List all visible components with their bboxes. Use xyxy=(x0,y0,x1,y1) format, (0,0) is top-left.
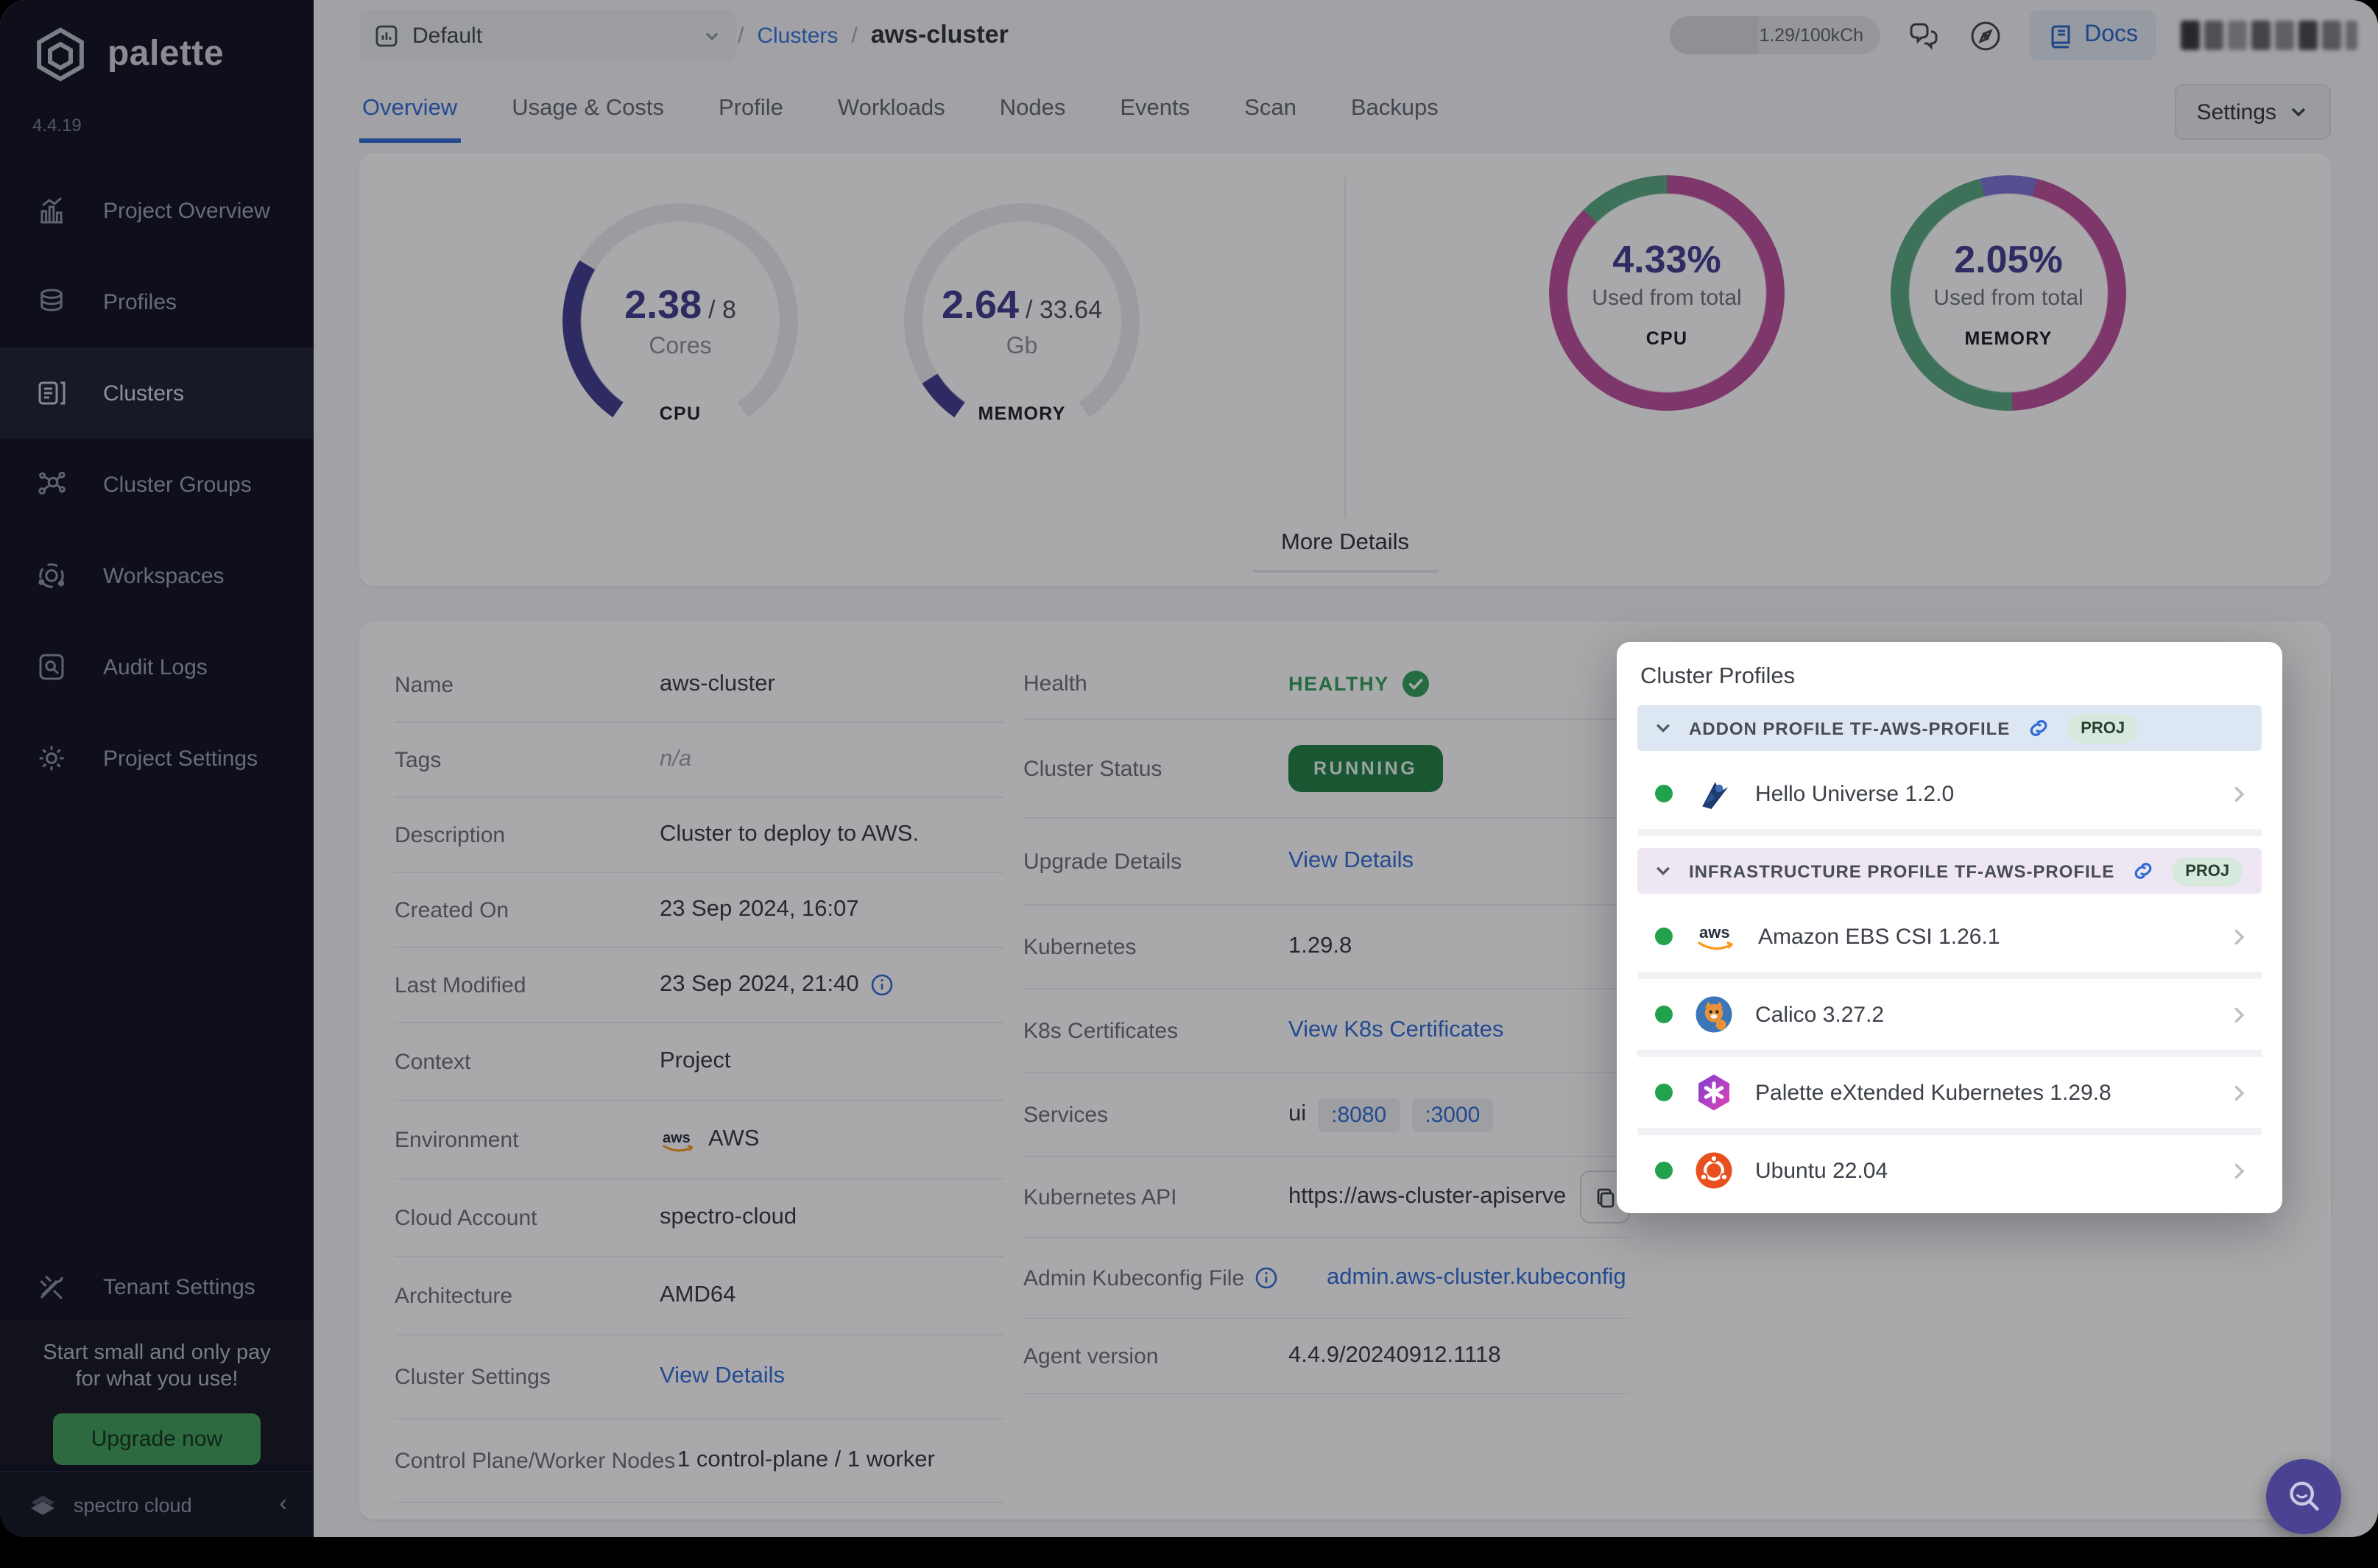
chevron-down-icon xyxy=(1654,718,1673,738)
hello-universe-logo-icon xyxy=(1693,773,1735,814)
pack-status-dot xyxy=(1655,1084,1673,1101)
screen: palette 4.4.19 Project Overview xyxy=(0,0,2378,1568)
profile-pack-palette-extended-kubernetes[interactable]: Palette eXtended Kubernetes 1.29.8 xyxy=(1637,1057,2262,1135)
pack-status-dot xyxy=(1655,1006,1673,1023)
pack-name: Ubuntu 22.04 xyxy=(1755,1158,2207,1183)
infrastructure-profile-header[interactable]: INFRASTRUCTURE PROFILE TF-AWS-PROFILE PR… xyxy=(1637,848,2262,894)
chevron-down-icon xyxy=(1654,861,1673,880)
project-scope-badge: PROJ xyxy=(2067,713,2138,743)
pack-status-dot xyxy=(1655,785,1673,802)
profile-pack-amazon-ebs-csi[interactable]: aws Amazon EBS CSI 1.26.1 xyxy=(1637,901,2262,979)
chevron-right-icon xyxy=(2228,1003,2250,1025)
pack-name: Amazon EBS CSI 1.26.1 xyxy=(1758,924,2207,949)
chevron-right-icon xyxy=(2228,1081,2250,1103)
chevron-right-icon xyxy=(2228,925,2250,947)
svg-text:aws: aws xyxy=(1699,923,1730,942)
pack-status-dot xyxy=(1655,1162,1673,1179)
addon-profile-header[interactable]: ADDON PROFILE TF-AWS-PROFILE PROJ xyxy=(1637,705,2262,751)
cluster-profiles-popup: Cluster Profiles ADDON PROFILE TF-AWS-PR… xyxy=(1617,642,2282,1213)
profile-pack-hello-universe[interactable]: Hello Universe 1.2.0 xyxy=(1637,758,2262,836)
link-icon xyxy=(2131,858,2156,883)
project-scope-badge: PROJ xyxy=(2172,856,2243,886)
pack-name: Hello Universe 1.2.0 xyxy=(1755,781,2207,806)
search-smile-icon xyxy=(2282,1475,2326,1519)
chevron-right-icon xyxy=(2228,1159,2250,1182)
app-window: palette 4.4.19 Project Overview xyxy=(0,0,2378,1537)
search-fab[interactable] xyxy=(2266,1459,2341,1534)
popup-title: Cluster Profiles xyxy=(1640,664,2262,691)
aws-logo-icon: aws xyxy=(1693,920,1737,953)
profile-header-label: INFRASTRUCTURE PROFILE TF-AWS-PROFILE xyxy=(1689,861,2114,881)
chevron-right-icon xyxy=(2228,783,2250,805)
ubuntu-logo-icon xyxy=(1693,1150,1735,1191)
pack-name: Calico 3.27.2 xyxy=(1755,1002,2207,1027)
profile-header-label: ADDON PROFILE TF-AWS-PROFILE xyxy=(1689,718,2010,738)
pack-status-dot xyxy=(1655,928,1673,945)
pxk-logo-icon xyxy=(1693,1072,1735,1113)
link-icon xyxy=(2026,716,2051,741)
profile-pack-calico[interactable]: Calico 3.27.2 xyxy=(1637,979,2262,1057)
profile-pack-ubuntu[interactable]: Ubuntu 22.04 xyxy=(1637,1135,2262,1206)
pack-name: Palette eXtended Kubernetes 1.29.8 xyxy=(1755,1080,2207,1105)
calico-logo-icon xyxy=(1693,994,1735,1035)
